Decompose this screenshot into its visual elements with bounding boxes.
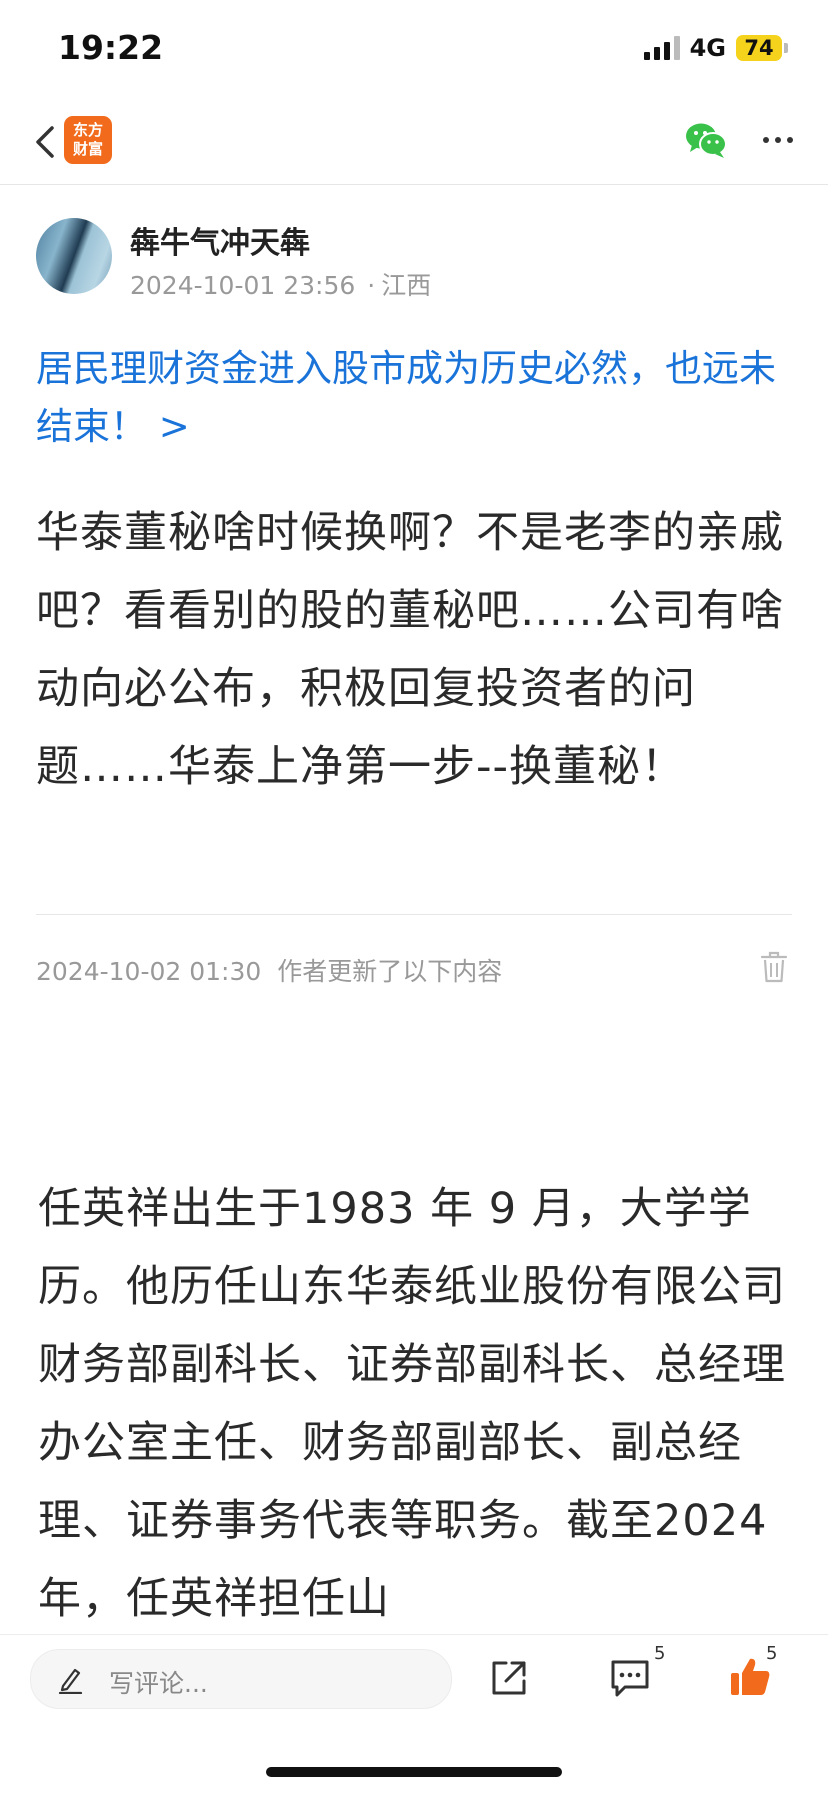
status-right: 4G 74 [643, 34, 788, 62]
author-name[interactable]: 犇牛气冲天犇 [130, 218, 310, 262]
wechat-icon[interactable] [684, 120, 728, 160]
author-avatar[interactable] [36, 218, 112, 294]
logo-line-2: 财富 [72, 140, 103, 158]
nav-bar: 东方 财富 [0, 100, 828, 185]
bottom-bar: 写评论... 5 5 [0, 1634, 828, 1793]
trash-icon[interactable] [760, 950, 788, 984]
back-icon[interactable] [28, 122, 68, 162]
status-bar: 19:22 4G 74 [0, 0, 828, 100]
logo-line-1: 东方 [72, 121, 103, 139]
update-label: 作者更新了以下内容 [277, 957, 503, 986]
topic-link[interactable]: 居民理财资金进入股市成为历史必然，也远未结束！ > [36, 340, 792, 456]
home-indicator [266, 1767, 562, 1777]
post-location: 江西 [381, 271, 432, 300]
update-body: 任英祥出生于1983 年 9 月，大学学历。他历任山东华泰纸业股份有限公司财务部… [38, 1184, 786, 1624]
post-datetime: 2024-10-01 23:56 [130, 271, 356, 300]
update-header: 2024-10-02 01:30 作者更新了以下内容 [36, 952, 502, 988]
divider [36, 914, 792, 915]
battery-icon: 74 [736, 35, 782, 61]
pen-icon [58, 1668, 83, 1694]
post-body: 华泰董秘啥时候换啊？不是老李的亲戚吧？看看别的股的董秘吧……公司有啥动向必公布，… [36, 508, 784, 792]
battery-level: 74 [744, 36, 774, 60]
comment-input[interactable]: 写评论... [30, 1649, 452, 1709]
status-time: 19:22 [58, 28, 164, 67]
battery-tip [784, 43, 788, 53]
signal-icon [643, 36, 680, 60]
share-icon[interactable] [488, 1657, 530, 1699]
comment-placeholder: 写评论... [109, 1669, 208, 1698]
like-count: 5 [766, 1643, 778, 1664]
more-icon[interactable] [758, 120, 798, 160]
comment-count: 5 [654, 1643, 666, 1664]
network-type: 4G [689, 34, 726, 62]
eastmoney-logo[interactable]: 东方 财富 [64, 116, 112, 164]
update-datetime: 2024-10-02 01:30 [36, 957, 262, 986]
author-meta: 2024-10-01 23:56 · 江西 [130, 266, 431, 302]
meta-separator: · [367, 271, 376, 300]
comment-icon[interactable] [608, 1657, 652, 1699]
